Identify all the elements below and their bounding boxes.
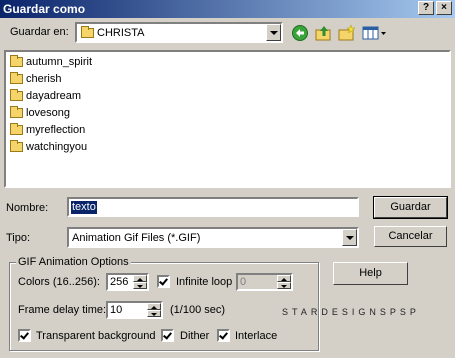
close-title-button[interactable]: × [436,1,452,15]
folder-icon [10,123,23,136]
filetype-dropdown-arrow[interactable] [342,229,357,246]
dither-label: Dither [180,330,210,342]
list-item[interactable]: lovesong [10,105,70,122]
filetype-label: Tipo: [6,232,31,244]
loop-count-stepper[interactable]: 0 [236,273,293,291]
list-item[interactable]: myreflection [10,122,85,139]
save-in-combo[interactable]: CHRISTA [75,22,283,43]
loop-count-value: 0 [240,276,247,288]
folder-icon [10,72,23,85]
filename-field[interactable]: texto [67,197,359,217]
filetype-combo[interactable]: Animation Gif Files (*.GIF) [67,227,359,248]
list-item[interactable]: watchingyou [10,139,87,156]
interlace-checkbox[interactable] [217,329,230,342]
up-folder-icon[interactable] [315,24,333,42]
frame-delay-stepper[interactable]: 10 [106,301,163,319]
folder-icon [10,140,23,153]
save-in-label: Guardar en: [10,26,69,38]
new-folder-icon[interactable] [338,24,356,42]
filename-value: texto [71,201,97,214]
folder-icon [10,55,23,68]
folder-icon [10,89,23,102]
file-list[interactable]: autumn_spirit cherish dayadream lovesong… [4,50,451,188]
frame-delay-label: Frame delay time: [18,304,107,316]
gif-options-title: GIF Animation Options [16,255,131,269]
save-as-dialog: Guardar como ? × Guardar en: CHRISTA aut… [0,0,455,358]
transparent-background-label: Transparent background [36,330,156,342]
colors-stepper[interactable]: 256 [106,273,149,291]
frame-delay-unit: (1/100 sec) [170,304,226,316]
list-item[interactable]: autumn_spirit [10,54,92,71]
interlace-label: Interlace [235,330,278,342]
view-menu-icon[interactable] [362,24,388,42]
window-title: Guardar como [3,2,86,16]
frame-delay-value: 10 [110,304,123,316]
back-arrow-icon[interactable] [291,24,309,42]
frame-delay-spin-buttons[interactable] [147,303,161,317]
list-item[interactable]: dayadream [10,88,81,105]
cancel-button[interactable]: Cancelar [374,226,447,247]
save-in-dropdown-arrow[interactable] [266,24,281,41]
transparent-background-checkbox[interactable] [18,329,31,342]
loop-spin-buttons[interactable] [277,275,291,289]
colors-value: 256 [110,276,129,288]
filename-label: Nombre: [6,202,49,214]
watermark-text: STARDESIGNSPSP [282,307,420,317]
save-button[interactable]: Guardar [373,196,448,219]
list-item[interactable]: cherish [10,71,61,88]
help-button[interactable]: Help [333,262,408,285]
folder-icon [81,26,94,39]
help-title-button[interactable]: ? [418,1,434,15]
folder-icon [10,106,23,119]
colors-label: Colors (16..256): [18,276,100,288]
save-in-value: CHRISTA [97,27,145,39]
title-bar[interactable]: Guardar como ? × [0,0,455,18]
filetype-value: Animation Gif Files (*.GIF) [72,232,201,244]
dither-checkbox[interactable] [161,329,174,342]
infinite-loop-checkbox[interactable] [157,275,170,288]
infinite-loop-label: Infinite loop [176,276,233,288]
colors-spin-buttons[interactable] [133,275,147,289]
